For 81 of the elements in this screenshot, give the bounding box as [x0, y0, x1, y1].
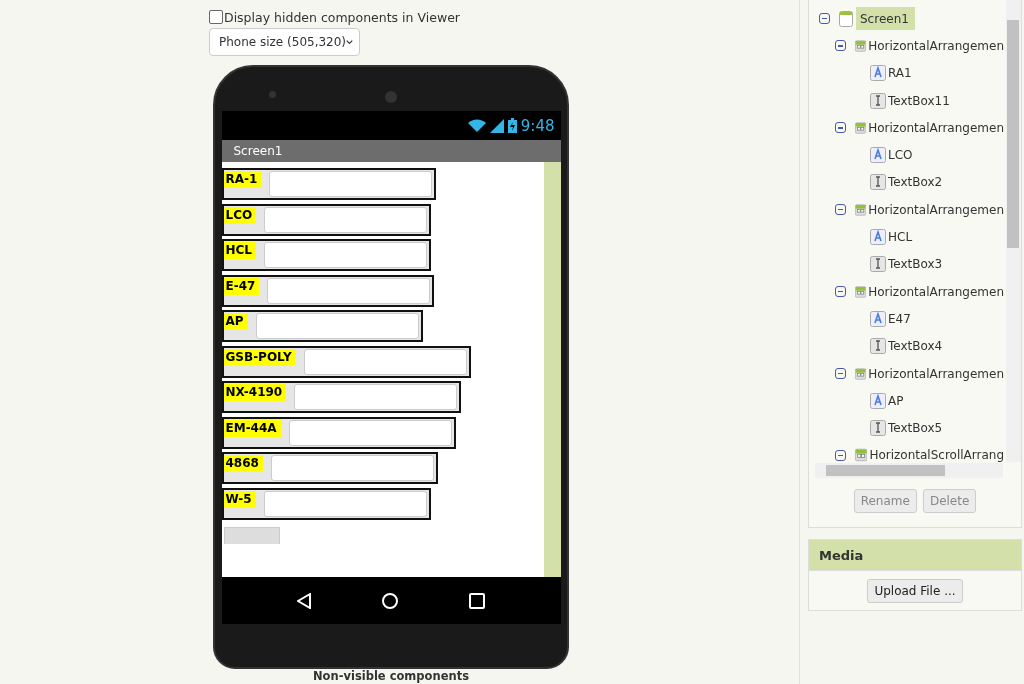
tree-item[interactable]: AP	[888, 393, 904, 408]
collapse-toggle[interactable]	[835, 122, 846, 134]
text-field[interactable]	[269, 171, 433, 197]
recents-icon[interactable]	[469, 592, 485, 609]
tree-item[interactable]: TextBox11	[888, 93, 950, 108]
checkbox-label: Display hidden components in Viewer	[224, 9, 460, 25]
screen-icon	[839, 10, 853, 27]
textbox-icon	[870, 256, 886, 273]
row-label: AP	[223, 313, 248, 330]
screen-title: Screen1	[221, 140, 561, 162]
tree-item[interactable]: TextBox4	[888, 339, 943, 354]
tree-item[interactable]: HorizontalScrollArrang	[869, 448, 1004, 463]
size-dropdown[interactable]: Phone size (505,320)	[209, 28, 360, 56]
label-icon	[870, 310, 886, 327]
collapse-toggle[interactable]	[835, 204, 846, 216]
share-button[interactable]	[223, 527, 280, 544]
label-icon	[870, 65, 886, 82]
text-field[interactable]	[267, 277, 431, 304]
collapse-toggle[interactable]	[835, 368, 846, 379]
collapse-toggle[interactable]	[835, 449, 846, 461]
upload-button[interactable]: Upload File ...	[867, 578, 963, 603]
tree-item[interactable]: TextBox5	[888, 421, 943, 436]
arrangement-icon	[855, 119, 867, 136]
horizontal-scrollbar[interactable]	[815, 463, 1003, 478]
collapse-toggle[interactable]	[835, 286, 846, 298]
label-icon	[870, 229, 886, 245]
textbox-icon	[870, 420, 886, 437]
wifi-icon	[467, 118, 486, 133]
arrangement-icon	[855, 447, 868, 464]
textbox-icon	[870, 92, 886, 109]
tree-item[interactable]: TextBox2	[888, 175, 943, 190]
media-header: Media	[808, 539, 1022, 571]
collapse-toggle[interactable]	[835, 40, 846, 52]
tree-item[interactable]: RA1	[888, 66, 912, 81]
tree-item[interactable]: HorizontalArrangemen	[868, 120, 1004, 135]
row-label: 4868	[223, 455, 263, 472]
checkbox[interactable]	[209, 10, 223, 24]
tree-item[interactable]: HorizontalArrangemen	[868, 38, 1004, 53]
text-field[interactable]	[264, 242, 427, 268]
row-label: HCL	[223, 242, 256, 259]
tree-item[interactable]: TextBox3	[888, 257, 943, 272]
speaker-icon	[385, 91, 397, 103]
text-field[interactable]	[264, 206, 428, 233]
textbox-icon	[870, 338, 886, 355]
vertical-scrollbar[interactable]	[1006, 0, 1021, 462]
back-icon[interactable]	[297, 592, 311, 609]
row-label: LCO	[223, 206, 257, 224]
text-field[interactable]	[270, 455, 434, 481]
row-label: EM-44A	[223, 419, 281, 437]
row-label: NX-4190	[223, 384, 287, 401]
text-field[interactable]	[255, 313, 419, 339]
arrangement-icon	[855, 37, 867, 54]
row-label: E-47	[223, 277, 260, 295]
clock: 9:48	[520, 116, 555, 135]
label-icon	[870, 147, 886, 164]
arrangement-icon	[855, 365, 867, 382]
row-label: GSB-POLY	[223, 348, 296, 366]
home-icon[interactable]	[382, 592, 398, 609]
text-field[interactable]	[288, 419, 452, 446]
arrangement-icon	[855, 201, 867, 218]
text-field[interactable]	[303, 348, 467, 375]
section-title: Non-visible components	[311, 669, 470, 684]
text-field[interactable]	[294, 384, 458, 410]
arrangement-icon	[855, 283, 867, 300]
label-icon	[870, 392, 886, 409]
tree-item[interactable]: HorizontalArrangemen	[868, 366, 1004, 381]
camera-icon	[269, 91, 276, 98]
row-label: W-5	[223, 490, 256, 508]
battery-icon	[507, 118, 517, 133]
tree-item[interactable]: HorizontalArrangemen	[868, 284, 1004, 299]
collapse-toggle[interactable]	[819, 13, 830, 25]
tree-item[interactable]: HCL	[888, 230, 913, 244]
chevron-icon	[346, 39, 353, 45]
tree-item[interactable]: LCO	[888, 148, 913, 163]
tree-item[interactable]: Screen1	[856, 7, 915, 31]
tree-item[interactable]: HorizontalArrangemen	[868, 202, 1004, 217]
tree-item[interactable]: E47	[888, 311, 911, 326]
row-label: RA-1	[223, 171, 262, 188]
textbox-icon	[870, 174, 886, 191]
signal-icon	[489, 118, 504, 133]
text-field[interactable]	[263, 490, 427, 517]
